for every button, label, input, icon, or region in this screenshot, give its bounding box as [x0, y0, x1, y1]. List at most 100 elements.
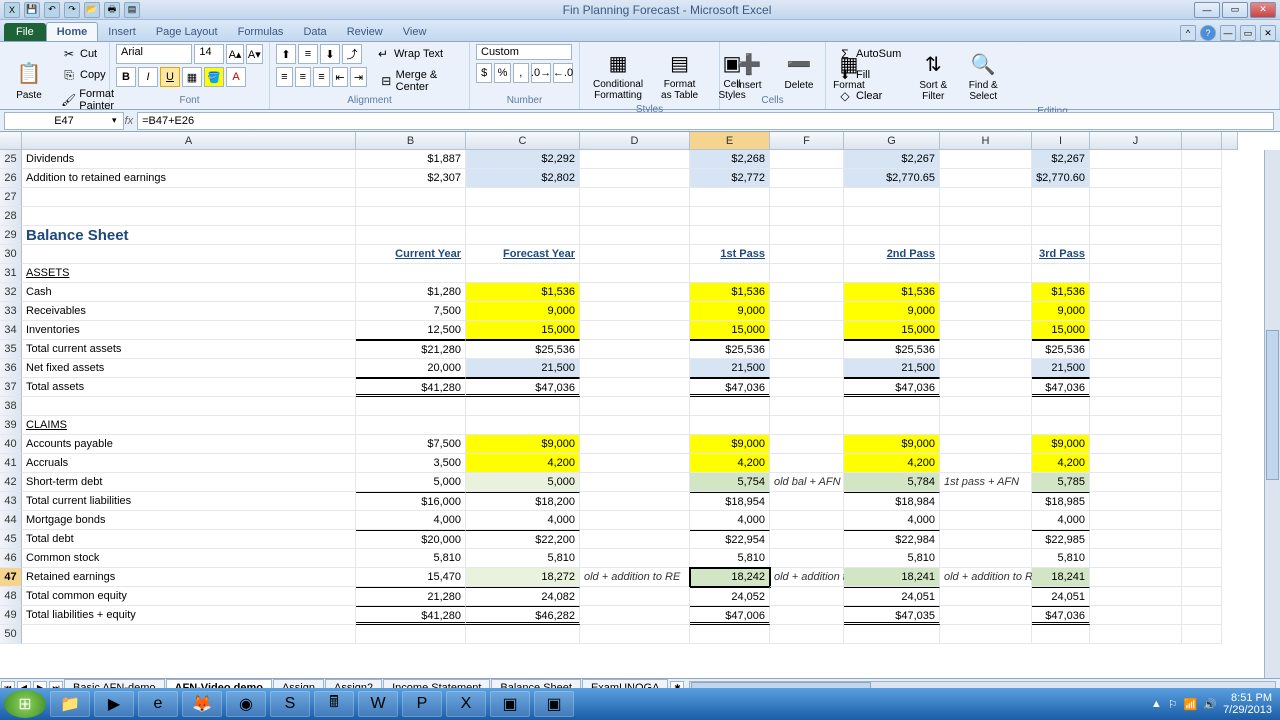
taskbar-app1[interactable]: ▣	[490, 691, 530, 717]
cell[interactable]: 24,051	[1032, 587, 1090, 606]
cell[interactable]	[22, 188, 356, 207]
cell[interactable]: $9,000	[466, 435, 580, 454]
cell[interactable]: $22,985	[1032, 530, 1090, 549]
italic-button[interactable]: I	[138, 67, 158, 87]
orientation-button[interactable]: ⤴	[342, 44, 362, 64]
cell[interactable]	[356, 188, 466, 207]
cell[interactable]	[770, 321, 844, 340]
cell[interactable]	[940, 587, 1032, 606]
cell[interactable]	[580, 473, 690, 492]
cell[interactable]: 18,241	[844, 568, 940, 587]
cell[interactable]	[580, 321, 690, 340]
autosum-button[interactable]: ΣAutoSum	[832, 44, 906, 64]
cell[interactable]: 4,200	[690, 454, 770, 473]
tab-page-layout[interactable]: Page Layout	[146, 23, 228, 41]
row-header[interactable]: 35	[0, 340, 22, 359]
cell[interactable]	[1090, 606, 1182, 625]
cell[interactable]	[22, 207, 356, 226]
taskbar-app2[interactable]: ▣	[534, 691, 574, 717]
cell[interactable]	[940, 302, 1032, 321]
cell[interactable]	[1182, 245, 1222, 264]
percent-button[interactable]: %	[494, 63, 510, 83]
col-header[interactable]: B	[356, 132, 466, 150]
row-header[interactable]: 47	[0, 568, 22, 587]
cell[interactable]	[1182, 549, 1222, 568]
cell[interactable]	[580, 245, 690, 264]
cell[interactable]: 5,810	[356, 549, 466, 568]
font-size-combo[interactable]: 14	[194, 44, 224, 64]
cell[interactable]	[1182, 226, 1222, 245]
cell[interactable]	[1182, 321, 1222, 340]
cell[interactable]: $2,772	[690, 169, 770, 188]
cell[interactable]	[770, 245, 844, 264]
cell[interactable]	[844, 625, 940, 644]
cell[interactable]	[22, 245, 356, 264]
cell[interactable]	[1032, 226, 1090, 245]
cell[interactable]: $22,200	[466, 530, 580, 549]
col-header[interactable]: E	[690, 132, 770, 150]
cell[interactable]: 1st Pass	[690, 245, 770, 264]
fill-color-button[interactable]: 🪣	[204, 67, 224, 87]
cell[interactable]	[1182, 340, 1222, 359]
cell[interactable]	[1182, 606, 1222, 625]
redo-icon[interactable]: ↷	[64, 2, 80, 18]
row-header[interactable]: 26	[0, 169, 22, 188]
fill-button[interactable]: ⬇Fill	[832, 65, 906, 85]
cell[interactable]	[580, 511, 690, 530]
col-header[interactable]: A	[22, 132, 356, 150]
cell[interactable]	[940, 454, 1032, 473]
tray-vol-icon[interactable]: 🔊	[1203, 698, 1217, 711]
cell[interactable]	[770, 188, 844, 207]
grow-font-button[interactable]: A▴	[226, 44, 243, 64]
cell[interactable]	[580, 416, 690, 435]
cell[interactable]	[580, 397, 690, 416]
cell[interactable]: $25,536	[690, 340, 770, 359]
cell[interactable]	[770, 435, 844, 454]
cell[interactable]	[356, 416, 466, 435]
cell[interactable]: Retained earnings	[22, 568, 356, 587]
cell[interactable]	[1182, 188, 1222, 207]
row-header[interactable]: 34	[0, 321, 22, 340]
cell[interactable]	[770, 207, 844, 226]
cell[interactable]	[940, 530, 1032, 549]
cell[interactable]	[1182, 492, 1222, 511]
cell[interactable]: $18,200	[466, 492, 580, 511]
cell[interactable]	[1032, 207, 1090, 226]
cell[interactable]	[770, 625, 844, 644]
cell[interactable]: $47,036	[466, 378, 580, 397]
cell[interactable]: $2,267	[1032, 150, 1090, 169]
cell[interactable]	[580, 492, 690, 511]
cell[interactable]	[1182, 625, 1222, 644]
find-select-button[interactable]: 🔍Find & Select	[960, 45, 1006, 105]
fx-icon[interactable]: fx	[125, 115, 134, 127]
indent-inc-button[interactable]: ⇥	[350, 67, 367, 87]
row-header[interactable]: 38	[0, 397, 22, 416]
cell[interactable]: $25,536	[466, 340, 580, 359]
cell[interactable]: Total current liabilities	[22, 492, 356, 511]
cell[interactable]: 4,000	[844, 511, 940, 530]
cell[interactable]: ASSETS	[22, 264, 356, 283]
cell[interactable]	[580, 435, 690, 454]
insert-cells-button[interactable]: ➕Insert	[726, 45, 772, 94]
row-header[interactable]: 39	[0, 416, 22, 435]
cell[interactable]: Forecast Year	[466, 245, 580, 264]
cell[interactable]	[1090, 359, 1182, 378]
cell[interactable]: 20,000	[356, 359, 466, 378]
cell[interactable]: 5,810	[690, 549, 770, 568]
cell[interactable]	[356, 625, 466, 644]
taskbar-ppt[interactable]: P	[402, 691, 442, 717]
cell[interactable]: Inventories	[22, 321, 356, 340]
cell[interactable]: 5,810	[466, 549, 580, 568]
cell[interactable]: 4,200	[1032, 454, 1090, 473]
cell[interactable]	[1090, 245, 1182, 264]
cell[interactable]	[770, 549, 844, 568]
cell[interactable]	[690, 625, 770, 644]
cell[interactable]: Accounts payable	[22, 435, 356, 454]
cell[interactable]	[1090, 435, 1182, 454]
cell[interactable]: 15,000	[466, 321, 580, 340]
cell[interactable]	[580, 188, 690, 207]
cell[interactable]: $1,536	[844, 283, 940, 302]
cell[interactable]	[844, 264, 940, 283]
cell[interactable]: 2nd Pass	[844, 245, 940, 264]
align-center-button[interactable]: ≡	[295, 67, 312, 87]
